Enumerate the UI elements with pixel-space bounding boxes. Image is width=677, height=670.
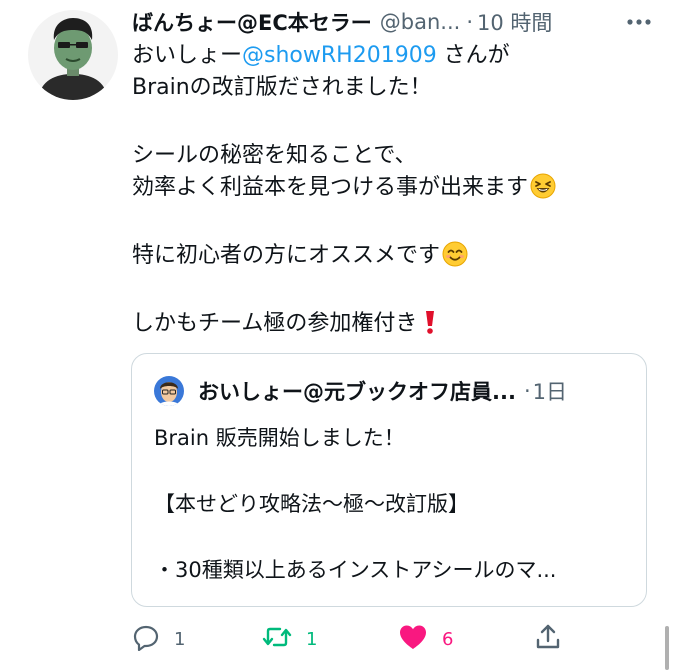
- quoted-author-display-name[interactable]: おいしょー@元ブックオフ店員...: [198, 376, 516, 406]
- tweet-text: おいしょー@showRH201909 さんが Brainの改訂版だされました！ …: [132, 40, 652, 340]
- grinning-squinting-face-icon: [530, 173, 556, 209]
- tweet-line-1: おいしょー@showRH201909 さんが: [132, 40, 652, 72]
- tweet-line-5: 特に初心者の方にオススメです: [132, 240, 652, 272]
- tweet-line-6: しかもチーム極の参加権付き: [132, 308, 652, 340]
- tweet-text-segment: さんが: [436, 43, 510, 68]
- author-avatar[interactable]: [28, 10, 118, 100]
- share-button[interactable]: [534, 622, 562, 656]
- quoted-tweet-timestamp[interactable]: 1日: [533, 376, 567, 406]
- quoted-tweet-header: おいしょー@元ブックオフ店員... · 1日: [154, 376, 567, 406]
- more-options-button[interactable]: [621, 6, 657, 34]
- author-handle[interactable]: @ban...: [380, 10, 461, 34]
- quoted-header-separator: ·: [523, 379, 531, 403]
- tweet-text-segment: おいしょー: [132, 43, 243, 68]
- tweet-text-segment: 特に初心者の方にオススメです: [132, 243, 441, 268]
- quoted-line-2: 【本せどり攻略法〜極〜改訂版】: [154, 492, 469, 516]
- like-button[interactable]: 6: [398, 622, 453, 656]
- tweet-actions: 1 1 6: [132, 622, 572, 656]
- scrollbar[interactable]: [665, 626, 669, 670]
- retweet-icon: [262, 623, 292, 656]
- red-exclamation-mark-icon: [419, 309, 441, 345]
- tweet-timestamp[interactable]: 10 時間: [477, 7, 552, 37]
- quoted-tweet-text: Brain 販売開始しました！ 【本せどり攻略法〜極〜改訂版】 ・30種類以上あ…: [154, 422, 634, 586]
- tweet-text-segment: しかもチーム極の参加権付き: [132, 311, 418, 336]
- more-icon: [626, 11, 652, 30]
- smiling-face-with-smiling-eyes-icon: [442, 241, 468, 277]
- like-count: 6: [442, 628, 454, 650]
- quoted-line-3: ・30種類以上あるインストアシールのマ...: [154, 558, 557, 582]
- tweet-text-segment: 効率よく利益本を見つける事が出来ます: [132, 175, 529, 200]
- share-icon: [534, 623, 562, 656]
- quoted-author-avatar[interactable]: [154, 376, 184, 406]
- tweet-line-4: 効率よく利益本を見つける事が出来ます: [132, 172, 652, 204]
- quoted-tweet[interactable]: おいしょー@元ブックオフ店員... · 1日 Brain 販売開始しました！ 【…: [131, 353, 647, 607]
- tweet-line-3: シールの秘密を知ることで、: [132, 143, 417, 168]
- heart-icon: [398, 623, 428, 656]
- tweet[interactable]: ばんちょー@EC本セラー @ban... · 10 時間 おいしょー@showR…: [0, 0, 677, 670]
- tweet-header: ばんちょー@EC本セラー @ban... · 10 時間: [132, 4, 662, 40]
- author-display-name[interactable]: ばんちょー@EC本セラー: [132, 7, 372, 37]
- retweet-button[interactable]: 1: [262, 622, 317, 656]
- reply-icon: [132, 623, 160, 656]
- tweet-line-2: Brainの改訂版だされました！: [132, 75, 432, 100]
- reply-button[interactable]: 1: [132, 622, 185, 656]
- retweet-count: 1: [306, 628, 318, 650]
- reply-count: 1: [174, 628, 186, 650]
- mention-link[interactable]: @showRH201909: [242, 43, 437, 68]
- header-separator: ·: [466, 10, 473, 34]
- quoted-line-1: Brain 販売開始しました！: [154, 426, 405, 450]
